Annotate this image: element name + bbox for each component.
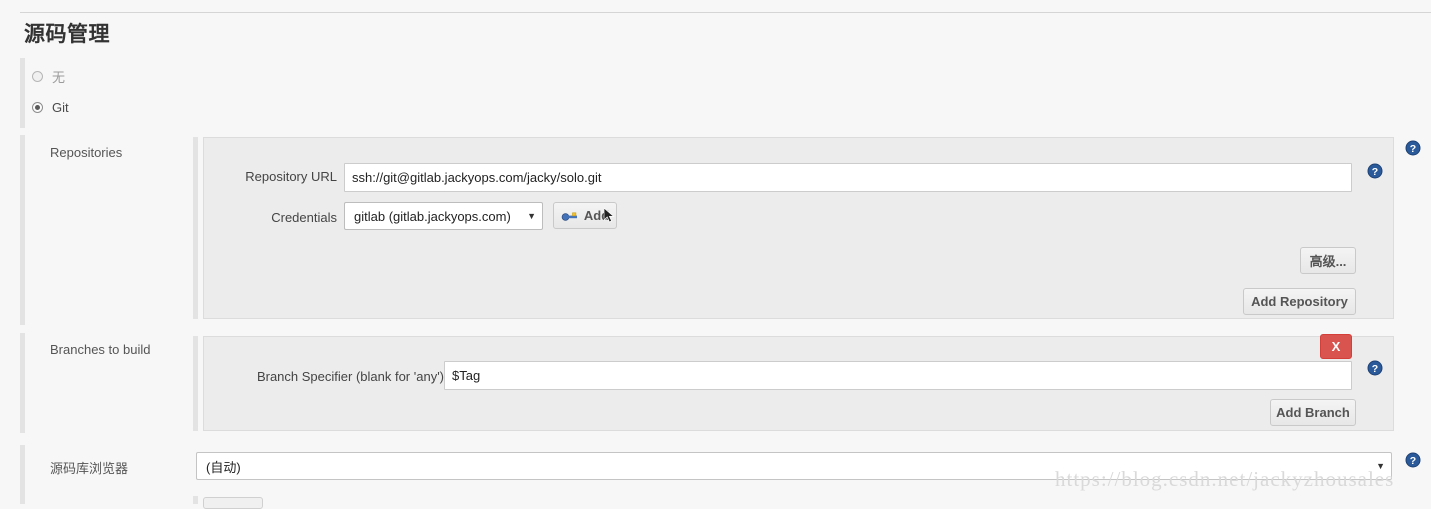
branches-row-strip [20, 333, 25, 433]
svg-text:?: ? [1372, 166, 1378, 178]
scm-option-none-label: 无 [52, 69, 66, 85]
repo-browser-row-strip [20, 445, 25, 504]
scm-option-none[interactable]: 无 [32, 66, 65, 86]
repositories-row-strip [20, 135, 25, 325]
watermark: https://blog.csdn.net/jackyzhousales [1055, 467, 1395, 491]
add-credentials-button[interactable]: Add [553, 202, 617, 229]
branches-panel: Branch Specifier (blank for 'any') Add B… [203, 336, 1394, 431]
svg-text:?: ? [1410, 143, 1416, 155]
repo-browser-select-value: (自动) [206, 459, 241, 475]
advanced-button[interactable]: 高级... [1300, 247, 1356, 274]
key-icon [561, 210, 579, 222]
add-repository-button[interactable]: Add Repository [1243, 288, 1356, 315]
branch-specifier-input[interactable] [444, 361, 1352, 390]
add-branch-button-label: Add Branch [1276, 405, 1350, 420]
branches-panel-strip [193, 336, 198, 431]
help-icon-branch-specifier[interactable]: ? [1367, 360, 1383, 376]
repositories-panel-strip [193, 137, 198, 319]
repository-url-input[interactable] [344, 163, 1352, 192]
add-credentials-label: Add [583, 208, 610, 223]
branches-section-label: Branches to build [50, 342, 151, 357]
repo-browser-label: 源码库浏览器 [50, 461, 129, 476]
radio-git-icon[interactable] [32, 101, 43, 113]
advanced-button-label: 高级... [1309, 254, 1347, 269]
bottom-partial-button[interactable] [203, 497, 263, 509]
scm-option-git[interactable]: Git [32, 97, 69, 117]
scm-option-git-label: Git [52, 99, 69, 115]
add-repository-button-label: Add Repository [1251, 294, 1348, 309]
scm-config-page: 源码管理 无 Git Repositories Repository URL C… [0, 0, 1431, 509]
repositories-section-label: Repositories [50, 145, 123, 160]
credentials-select-value: gitlab (gitlab.jackyops.com) [354, 208, 511, 224]
repository-url-label: Repository URL [245, 169, 337, 184]
delete-branch-button[interactable]: X [1320, 334, 1352, 359]
help-icon-repo-browser[interactable]: ? [1405, 452, 1421, 468]
credentials-label: Credentials [271, 210, 337, 225]
svg-text:?: ? [1410, 455, 1416, 467]
radio-none-icon[interactable] [32, 70, 43, 82]
add-branch-button[interactable]: Add Branch [1270, 399, 1356, 426]
header-divider [20, 12, 1431, 13]
svg-text:?: ? [1372, 363, 1378, 375]
help-icon-repositories-section[interactable]: ? [1405, 140, 1421, 156]
radio-group-strip [20, 58, 25, 128]
credentials-select[interactable]: gitlab (gitlab.jackyops.com) ▼ [344, 202, 543, 230]
branch-specifier-label: Branch Specifier (blank for 'any') [256, 369, 444, 384]
delete-branch-button-label: X [1331, 339, 1341, 354]
repositories-panel: Repository URL Credentials gitlab (gitla… [203, 137, 1394, 319]
page-title: 源码管理 [24, 23, 110, 46]
bottom-row-strip [193, 496, 198, 504]
help-icon[interactable]: ? [1367, 163, 1383, 179]
chevron-down-icon: ▼ [527, 211, 536, 221]
